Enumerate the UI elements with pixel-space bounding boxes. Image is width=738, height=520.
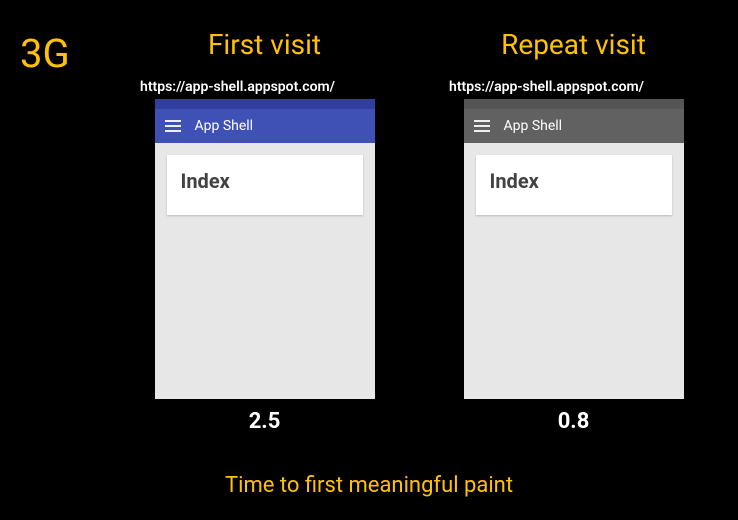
column-title: Repeat visit bbox=[501, 28, 646, 61]
slide-caption: Time to first meaningful paint bbox=[0, 473, 738, 498]
app-bar: App Shell bbox=[464, 109, 684, 143]
app-bar: App Shell bbox=[155, 109, 375, 143]
status-bar bbox=[155, 99, 375, 109]
column-first-visit: First visit https://app-shell.appspot.co… bbox=[130, 28, 399, 434]
hamburger-icon bbox=[165, 120, 181, 132]
content-card: Index bbox=[167, 155, 363, 215]
phone-content: Index bbox=[155, 143, 375, 399]
card-title: Index bbox=[490, 169, 658, 193]
column-title: First visit bbox=[208, 28, 321, 61]
app-title: App Shell bbox=[504, 118, 563, 134]
timing-value: 2.5 bbox=[249, 409, 281, 434]
column-repeat-visit: Repeat visit https://app-shell.appspot.c… bbox=[439, 28, 708, 434]
hamburger-icon bbox=[474, 120, 490, 132]
timing-value: 0.8 bbox=[558, 409, 590, 434]
comparison-columns: First visit https://app-shell.appspot.co… bbox=[130, 28, 708, 434]
content-card: Index bbox=[476, 155, 672, 215]
network-badge: 3G bbox=[20, 30, 70, 77]
phone-screenshot: App Shell Index bbox=[155, 99, 375, 399]
status-bar bbox=[464, 99, 684, 109]
phone-screenshot: App Shell Index bbox=[464, 99, 684, 399]
app-title: App Shell bbox=[195, 118, 254, 134]
phone-content: Index bbox=[464, 143, 684, 399]
url-label: https://app-shell.appspot.com/ bbox=[449, 79, 644, 95]
card-title: Index bbox=[181, 169, 349, 193]
url-label: https://app-shell.appspot.com/ bbox=[140, 79, 335, 95]
